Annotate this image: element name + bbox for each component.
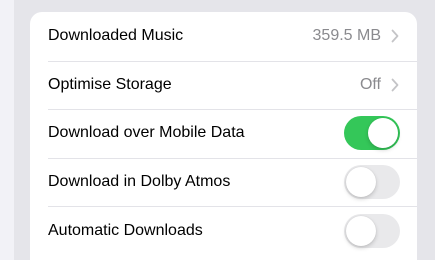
sidebar-edge: [0, 0, 14, 260]
downloaded-music-row[interactable]: Downloaded Music 359.5 MB: [30, 12, 417, 61]
row-label: Optimise Storage: [48, 75, 172, 93]
dolby-atmos-toggle[interactable]: [344, 165, 400, 200]
row-label: Automatic Downloads: [48, 221, 203, 239]
chevron-right-icon: [391, 29, 399, 43]
automatic-downloads-toggle[interactable]: [344, 213, 400, 248]
toggle-knob: [368, 118, 398, 149]
download-over-mobile-data-row: Download over Mobile Data: [30, 109, 417, 158]
row-label: Downloaded Music: [48, 27, 184, 45]
chevron-right-icon: [391, 78, 399, 92]
row-label: Download over Mobile Data: [48, 124, 245, 142]
mobile-data-toggle[interactable]: [344, 116, 400, 151]
row-value: Off: [359, 75, 381, 93]
toggle-knob: [346, 215, 376, 246]
automatic-downloads-row: Automatic Downloads: [30, 206, 417, 255]
settings-group: Downloaded Music 359.5 MB Optimise Stora…: [30, 12, 417, 260]
download-in-dolby-atmos-row: Download in Dolby Atmos: [30, 157, 417, 207]
row-label: Download in Dolby Atmos: [48, 173, 231, 191]
optimise-storage-row[interactable]: Optimise Storage Off: [30, 60, 417, 110]
row-value: 359.5 MB: [312, 27, 381, 45]
toggle-knob: [346, 167, 376, 198]
